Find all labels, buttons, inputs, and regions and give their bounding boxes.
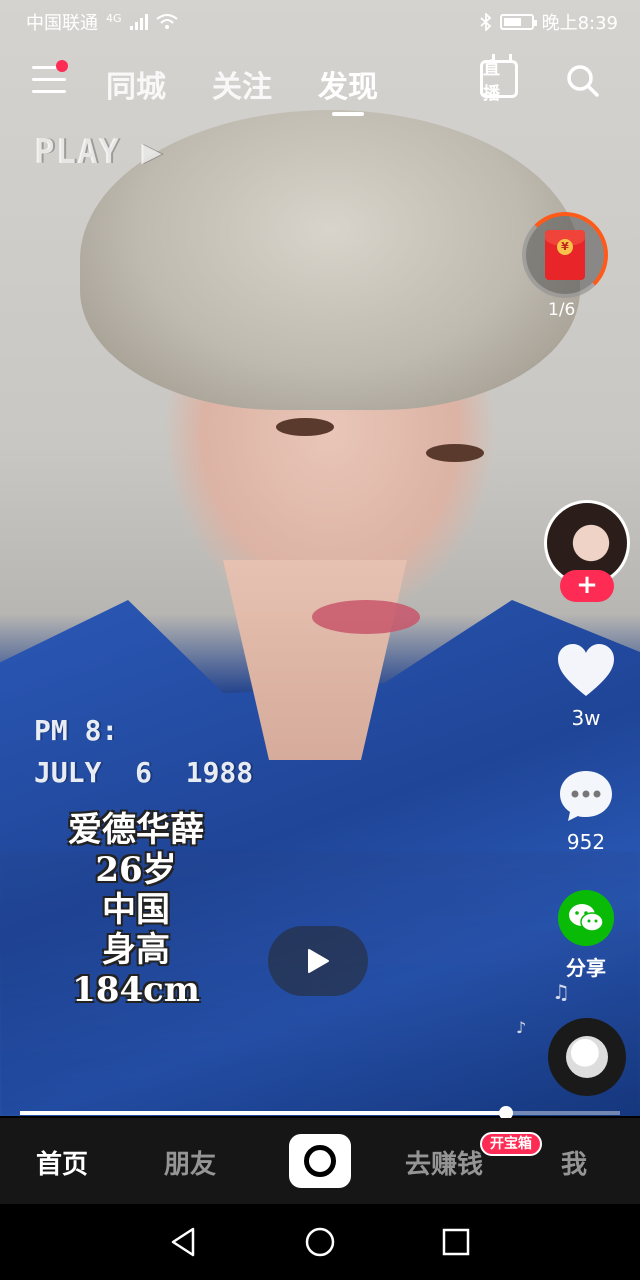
- video-frame-lips: [312, 600, 420, 634]
- tab-friends[interactable]: 朋友: [164, 1144, 216, 1181]
- play-icon: [308, 949, 329, 973]
- carrier-label: 中国联通: [26, 13, 98, 34]
- vhs-date-text: JULY 6 1988: [34, 756, 254, 789]
- menu-icon[interactable]: [32, 60, 68, 96]
- wifi-icon: [155, 14, 178, 29]
- bluetooth-icon: [479, 13, 491, 31]
- caption-line: 身高184cm: [72, 930, 200, 1010]
- music-note-icon: ♪: [516, 1018, 527, 1037]
- comment-icon[interactable]: [558, 768, 614, 824]
- video-caption: 爱德华薛 26岁 中国 身高184cm: [46, 810, 226, 1010]
- heart-icon[interactable]: [556, 642, 616, 698]
- video-progress-bar[interactable]: [20, 1106, 620, 1120]
- follow-button[interactable]: +: [560, 570, 614, 602]
- create-icon: [304, 1145, 336, 1177]
- tab-home[interactable]: 首页: [36, 1144, 88, 1181]
- tab-me[interactable]: 我: [561, 1144, 587, 1181]
- play-button[interactable]: [268, 926, 368, 996]
- live-label: 直播: [483, 59, 500, 104]
- vhs-time-text: PM 8:: [34, 714, 119, 747]
- vhs-play-text: PLAY ▶: [34, 132, 163, 172]
- video-frame-eye: [426, 444, 484, 462]
- tab-earn[interactable]: 去赚钱: [405, 1144, 483, 1181]
- recent-apps-icon[interactable]: [440, 1226, 472, 1258]
- notification-dot: [56, 60, 68, 72]
- battery-icon: [499, 14, 537, 30]
- video-frame-eye: [276, 418, 334, 436]
- caption-line: 爱德华薛: [68, 810, 204, 850]
- music-note-icon: ♫: [552, 980, 570, 1004]
- wechat-icon: [569, 904, 604, 932]
- share-label: 分享: [566, 956, 606, 980]
- red-packet-count: 1/6: [548, 300, 576, 320]
- earn-badge: 开宝箱: [480, 1132, 542, 1156]
- system-nav-bar: [0, 1204, 640, 1280]
- share-button[interactable]: [558, 890, 614, 946]
- caption-line: 中国: [102, 890, 170, 930]
- progress-fill: [20, 1111, 506, 1115]
- like-count: 3w: [571, 706, 601, 730]
- bottom-tab-bar: 首页 朋友 去赚钱 开宝箱 我: [0, 1118, 640, 1204]
- tab-following[interactable]: 关注: [212, 62, 272, 106]
- signal-icon: [129, 14, 148, 30]
- search-icon[interactable]: [566, 64, 600, 98]
- comment-count: 952: [566, 830, 606, 854]
- tab-nearby[interactable]: 同城: [106, 62, 166, 106]
- clock-label: 晚上8:39: [541, 13, 618, 34]
- music-disc-button[interactable]: [548, 1018, 626, 1096]
- music-cover: [566, 1036, 608, 1078]
- back-icon[interactable]: [168, 1226, 200, 1258]
- red-packet-button[interactable]: [522, 212, 608, 298]
- top-nav: 同城 关注 发现 直播: [0, 56, 640, 116]
- home-icon[interactable]: [304, 1226, 336, 1258]
- red-packet-icon: [545, 230, 585, 280]
- live-icon[interactable]: 直播: [480, 59, 518, 104]
- tab-discover[interactable]: 发现: [318, 62, 378, 116]
- status-bar: 中国联通 4G 晚上8:39: [0, 0, 640, 44]
- network-label: 4G: [106, 11, 122, 25]
- caption-line: 26岁: [95, 850, 177, 890]
- create-button[interactable]: [289, 1134, 351, 1188]
